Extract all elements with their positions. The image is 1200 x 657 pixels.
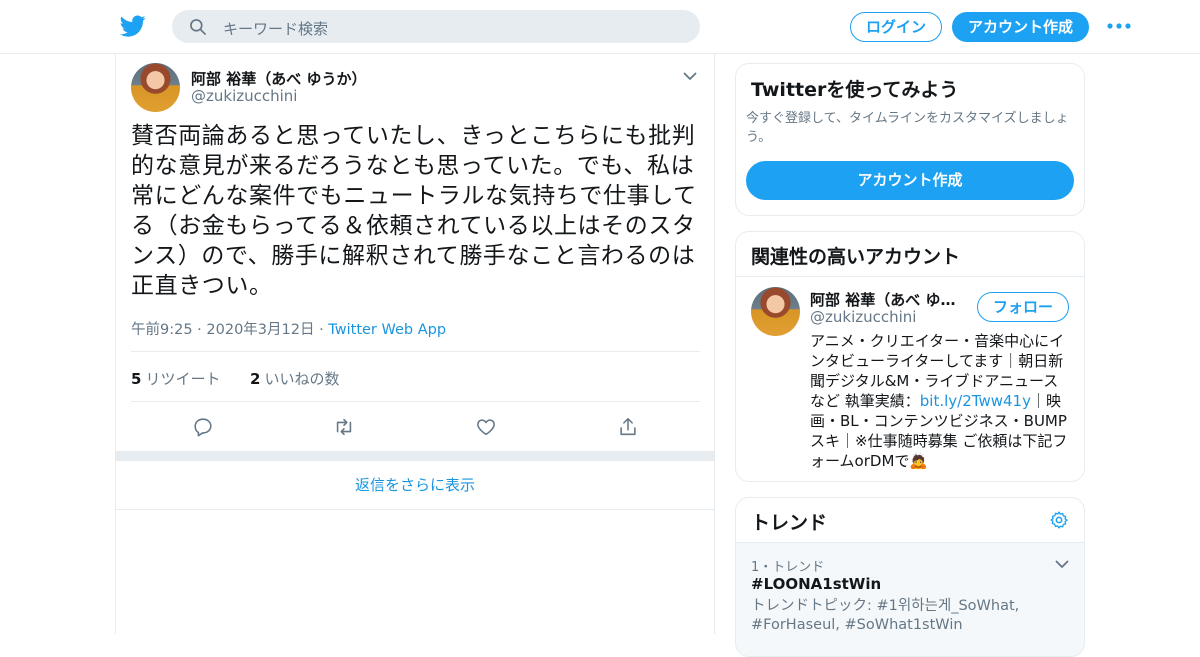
signup-button[interactable]: アカウント作成 — [952, 12, 1089, 42]
trend-hashtag[interactable]: #LOONA1stWin — [751, 575, 881, 593]
login-button[interactable]: ログイン — [850, 12, 942, 42]
related-accounts-card: 関連性の高いアカウント 阿部 裕華（あべ ゆうか） @zukizucchini … — [735, 231, 1085, 482]
like-stat[interactable]: 2 いいねの数 — [250, 370, 339, 388]
divider — [131, 351, 700, 352]
like-stat-label: いいねの数 — [264, 370, 340, 388]
meta-separator: · — [314, 322, 329, 338]
related-accounts-title: 関連性の高いアカウント — [751, 246, 961, 268]
reply-icon[interactable] — [192, 416, 214, 438]
tweet-timestamp[interactable]: 午前9:25 · 2020年3月12日 — [131, 322, 314, 338]
tweet-detail: 阿部 裕華（あべ ゆうか） @zukizucchini 賛否両論あると思っていた… — [115, 54, 715, 634]
tweet-meta: 午前9:25 · 2020年3月12日 · Twitter Web App — [131, 318, 446, 339]
avatar[interactable] — [131, 63, 180, 112]
section-separator — [116, 451, 714, 461]
signup-card: Twitterを使ってみよう 今すぐ登録して、タイムラインをカスタマイズしましょ… — [735, 63, 1085, 216]
signup-card-title: Twitterを使ってみよう — [751, 79, 959, 101]
follow-button[interactable]: フォロー — [977, 292, 1069, 322]
divider — [131, 401, 700, 402]
search-input[interactable]: キーワード検索 — [223, 18, 328, 39]
related-account-name[interactable]: 阿部 裕華（あべ ゆうか） — [810, 289, 960, 310]
trends-header: トレンド — [736, 498, 1084, 543]
create-account-button[interactable]: アカウント作成 — [746, 161, 1074, 200]
related-account-bio: アニメ・クリエイター・音楽中心にインタビューライターしてます｜朝日新聞デジタル&… — [810, 331, 1072, 471]
search-box[interactable]: キーワード検索 — [172, 10, 700, 43]
top-nav: キーワード検索 ログイン アカウント作成 — [0, 0, 1200, 54]
author-handle[interactable]: @zukizucchini — [191, 87, 297, 105]
chevron-down-icon[interactable] — [1054, 556, 1070, 572]
search-icon — [190, 19, 206, 35]
related-account-handle[interactable]: @zukizucchini — [810, 308, 916, 326]
tweet-source[interactable]: Twitter Web App — [328, 322, 446, 338]
avatar[interactable] — [751, 287, 800, 336]
bio-link[interactable]: bit.ly/2Tww41y — [920, 392, 1031, 410]
trends-title: トレンド — [751, 512, 828, 534]
related-accounts-header: 関連性の高いアカウント — [736, 232, 1084, 277]
retweet-count: 5 — [131, 370, 142, 388]
show-more-replies-link[interactable]: 返信をさらに表示 — [116, 461, 714, 510]
more-icon[interactable] — [1106, 17, 1132, 35]
retweet-icon[interactable] — [333, 416, 355, 438]
tweet-text: 賛否両論あると思っていたし、きっとこちらにも批判的な意見が来るだろうなとも思って… — [131, 123, 697, 299]
trend-rank: 1・トレンド — [751, 560, 825, 575]
share-icon[interactable] — [617, 416, 639, 438]
trend-topics: トレンドトピック: #1위하는게_SoWhat, #ForHaseul, #So… — [751, 598, 1020, 633]
signup-card-description: 今すぐ登録して、タイムラインをカスタマイズしましょう。 — [746, 111, 1069, 145]
twitter-bird-icon[interactable] — [120, 13, 146, 39]
tweet-stats: 5 リツイート 2 いいねの数 — [131, 368, 339, 389]
chevron-down-icon[interactable] — [682, 68, 698, 84]
retweet-stat[interactable]: 5 リツイート — [131, 370, 220, 388]
gear-icon[interactable] — [1049, 510, 1069, 530]
like-count: 2 — [250, 370, 261, 388]
trends-card: トレンド 1・トレンド #LOONA1stWin トレンドトピック: #1위하는… — [735, 497, 1085, 657]
retweet-stat-label: リツイート — [145, 370, 221, 388]
like-heart-icon[interactable] — [475, 416, 497, 438]
author-name[interactable]: 阿部 裕華（あべ ゆうか） — [191, 68, 366, 89]
